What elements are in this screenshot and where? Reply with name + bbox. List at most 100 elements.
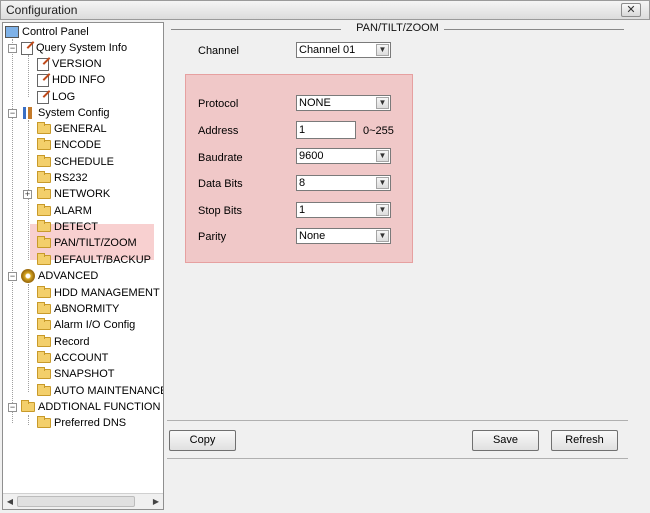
collapse-icon[interactable]: − [8,108,17,118]
chevron-down-icon[interactable]: ▼ [376,97,389,109]
edit-document-icon [37,57,49,71]
tree-node-additional-function[interactable]: − ADDTIONAL FUNCTION [8,399,160,415]
edit-document-icon [37,90,49,104]
scrollbar-thumb[interactable] [17,496,135,507]
databits-select[interactable]: 8 ▼ [296,175,391,191]
address-label: Address [198,125,239,137]
tree-item-record[interactable]: Record [37,334,89,350]
navigation-tree: Control Panel − Query System Info VERSIO… [2,22,164,510]
tree-item-preferred-dns[interactable]: Preferred DNS [37,415,126,431]
section-divider [444,29,624,30]
protocol-value: NONE [299,97,331,109]
tree-root-control-panel[interactable]: Control Panel [5,24,89,40]
tree-item-version[interactable]: VERSION [37,56,102,72]
edit-document-icon [21,41,33,55]
tree-node-system-config[interactable]: − System Config [8,105,110,121]
scroll-right-icon[interactable]: ▶ [150,497,162,507]
tree-item-rs232[interactable]: RS232 [37,170,88,186]
ptz-settings-panel: PAN/TILT/ZOOM Channel Channel 01 ▼ Proto… [167,22,628,510]
channel-value: Channel 01 [299,44,356,56]
edit-document-icon [37,73,49,87]
scroll-left-icon[interactable]: ◀ [4,497,16,507]
tree-item-general[interactable]: GENERAL [37,121,107,137]
tree-item-abnormity[interactable]: ABNORMITY [37,301,119,317]
close-button[interactable]: ✕ [621,3,641,17]
gear-icon [21,269,35,283]
folder-icon [37,236,51,248]
folder-icon [21,400,35,412]
tree-item-encode[interactable]: ENCODE [37,137,101,153]
tree-item-hdd-management[interactable]: HDD MANAGEMENT [37,285,160,301]
window-titlebar: Configuration ✕ [0,0,650,20]
tree-item-alarm[interactable]: ALARM [37,203,92,219]
folder-icon [37,367,51,379]
tree-line [28,284,29,392]
channel-select[interactable]: Channel 01 ▼ [296,42,391,58]
tree-item-alarm-io-config[interactable]: Alarm I/O Config [37,317,135,333]
collapse-icon[interactable]: − [8,43,17,53]
folder-icon [37,253,51,265]
tree-item-log[interactable]: LOG [37,89,75,105]
tree-node-query-system-info[interactable]: − Query System Info [8,40,127,56]
computer-icon [5,26,19,38]
chevron-down-icon[interactable]: ▼ [376,204,389,216]
folder-icon [37,155,51,167]
tree-item-detect[interactable]: DETECT [37,219,98,235]
tree-line [28,55,29,97]
folder-icon [37,416,51,428]
tree-node-advanced[interactable]: − ADVANCED [8,268,98,284]
tree-item-schedule[interactable]: SCHEDULE [37,154,114,170]
folder-icon [37,220,51,232]
divider [167,458,628,459]
protocol-select[interactable]: NONE ▼ [296,95,391,111]
tools-icon [21,106,35,120]
stopbits-value: 1 [299,204,306,216]
folder-icon [37,302,51,314]
save-button[interactable]: Save [472,430,539,451]
tree-item-hdd-info[interactable]: HDD INFO [37,72,105,88]
chevron-down-icon[interactable]: ▼ [376,150,389,162]
folder-icon [37,171,51,183]
folder-icon [37,286,51,298]
databits-value: 8 [299,177,306,189]
refresh-button[interactable]: Refresh [551,430,618,451]
folder-icon [37,204,51,216]
baudrate-select[interactable]: 9600 ▼ [296,148,391,164]
folder-icon [37,138,51,150]
folder-icon [37,335,51,347]
chevron-down-icon[interactable]: ▼ [376,177,389,189]
folder-icon [37,122,51,134]
stopbits-select[interactable]: 1 ▼ [296,202,391,218]
tree-item-account[interactable]: ACCOUNT [37,350,108,366]
tree-line [12,39,13,423]
collapse-icon[interactable]: − [8,402,17,412]
channel-label: Channel [198,45,239,57]
tree-item-default-backup[interactable]: DEFAULT/BACKUP [37,252,151,268]
folder-icon [37,318,51,330]
parity-select[interactable]: None ▼ [296,228,391,244]
tree-line [28,415,29,425]
databits-label: Data Bits [198,178,243,190]
divider [167,420,628,421]
folder-icon [37,384,51,396]
baudrate-value: 9600 [299,150,324,162]
folder-icon [37,351,51,363]
copy-button[interactable]: Copy [169,430,236,451]
folder-icon [37,187,51,199]
address-range: 0~255 [363,125,394,137]
address-input[interactable]: 1 [296,121,356,139]
chevron-down-icon[interactable]: ▼ [376,44,389,56]
tree-horizontal-scrollbar[interactable]: ◀ ▶ [3,493,163,509]
protocol-label: Protocol [198,98,239,110]
expand-icon[interactable]: + [23,189,32,199]
window-title: Configuration [6,3,78,17]
chevron-down-icon[interactable]: ▼ [376,230,389,242]
parity-value: None [299,230,326,242]
collapse-icon[interactable]: − [8,271,17,281]
tree-item-network[interactable]: + NETWORK [23,186,110,202]
baudrate-label: Baudrate [198,152,243,164]
tree-item-snapshot[interactable]: SNAPSHOT [37,366,115,382]
tree-item-auto-maintenance[interactable]: AUTO MAINTENANCE [37,383,163,399]
tree-item-pan-tilt-zoom[interactable]: PAN/TILT/ZOOM [37,235,137,251]
parity-label: Parity [198,231,227,243]
